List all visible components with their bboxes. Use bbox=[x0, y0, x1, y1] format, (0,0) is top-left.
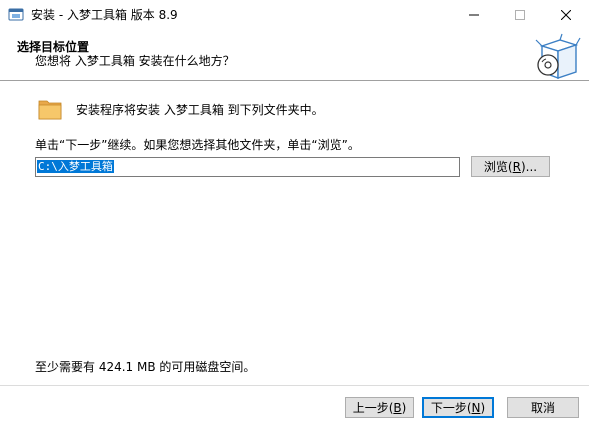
close-button[interactable] bbox=[543, 0, 589, 30]
next-button[interactable]: 下一步(N) bbox=[422, 397, 494, 418]
instruction-text: 单击“下一步”继续。如果您想选择其他文件夹，单击“浏览”。 bbox=[35, 138, 360, 152]
browse-button[interactable]: 浏览(R)... bbox=[471, 156, 550, 177]
disk-space-text: 至少需要有 424.1 MB 的可用磁盘空间。 bbox=[35, 360, 256, 374]
next-label-post: ) bbox=[480, 400, 486, 415]
back-label-pre: 上一步( bbox=[352, 401, 394, 415]
install-path-value: C:\入梦工具箱 bbox=[37, 160, 114, 173]
minimize-icon bbox=[469, 14, 479, 16]
setup-box-disc-icon bbox=[535, 33, 581, 80]
window-title: 安装 - 入梦工具箱 版本 8.9 bbox=[31, 8, 178, 22]
page-subtitle: 您想将 入梦工具箱 安装在什么地方？ bbox=[35, 54, 235, 68]
back-hotkey: B bbox=[393, 400, 402, 415]
back-button[interactable]: 上一步(B) bbox=[345, 397, 414, 418]
title-bar: 安装 - 入梦工具箱 版本 8.9 bbox=[0, 0, 589, 30]
maximize-button[interactable] bbox=[497, 0, 543, 30]
next-label-pre: 下一步( bbox=[430, 401, 472, 415]
browse-label-post: )... bbox=[520, 159, 538, 174]
installer-app-icon bbox=[8, 8, 24, 21]
cancel-button[interactable]: 取消 bbox=[507, 397, 579, 418]
back-label-post: ) bbox=[401, 400, 407, 415]
browse-label-pre: 浏览( bbox=[483, 160, 513, 174]
next-hotkey: N bbox=[471, 400, 481, 415]
maximize-icon bbox=[515, 10, 525, 20]
close-icon bbox=[561, 10, 571, 20]
cancel-label: 取消 bbox=[530, 401, 555, 415]
footer-separator bbox=[0, 385, 589, 386]
browse-hotkey: R bbox=[512, 159, 521, 174]
header-separator bbox=[0, 80, 589, 81]
install-info-text: 安装程序将安装 入梦工具箱 到下列文件夹中。 bbox=[76, 103, 324, 117]
minimize-button[interactable] bbox=[451, 0, 497, 30]
folder-icon bbox=[38, 100, 62, 120]
install-path-input[interactable]: C:\入梦工具箱 bbox=[35, 157, 460, 177]
